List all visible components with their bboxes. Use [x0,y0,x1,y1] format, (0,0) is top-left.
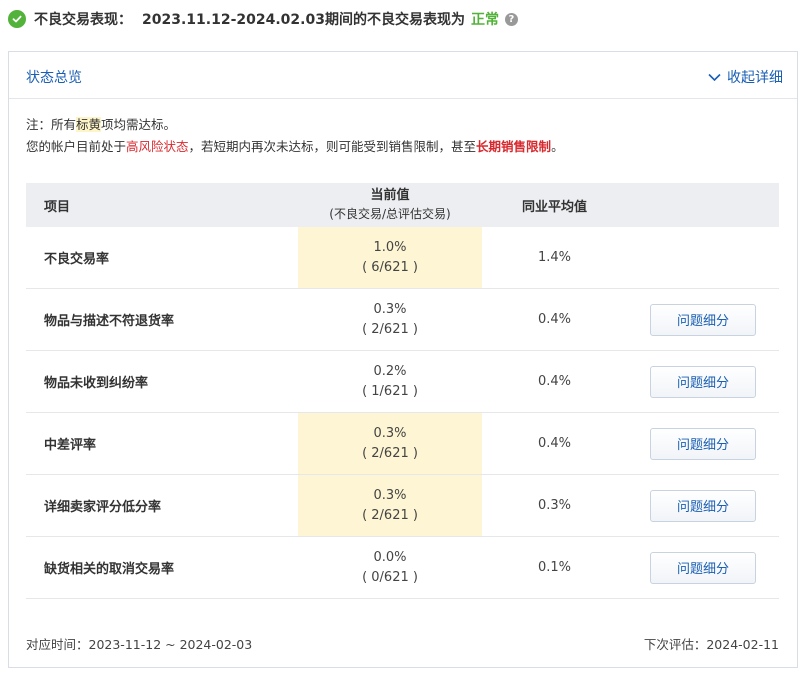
note-text: ，若短期内再次未达标，则可能受到销售限制，甚至 [188,139,477,154]
check-circle-icon [8,10,26,28]
issue-breakdown-button[interactable]: 问题细分 [650,551,756,584]
panel-title: 状态总览 [26,70,82,86]
performance-header: 不良交易表现： 2023.11.12-2024.02.03期间的不良交易表现为 … [8,5,518,33]
high-risk-text: 高风险状态 [126,139,189,154]
current-ratio: ( 2/621 ) [362,321,418,337]
next-evaluation: 下次评估：2024-02-11 [643,637,779,652]
issue-breakdown-button[interactable]: 问题细分 [650,489,756,522]
current-value: 0.3% [373,487,407,503]
action-cell: 问题细分 [627,427,779,460]
panel-divider [9,98,797,99]
chevron-down-icon [708,73,721,81]
metric-name: 中差评率 [44,438,97,453]
note-text: 。 [551,139,564,154]
note-text: 注：所有 [26,117,77,132]
current-ratio: ( 0/621 ) [362,569,418,585]
issue-breakdown-button[interactable]: 问题细分 [650,303,756,336]
header-item: 项目 [44,199,71,215]
current-ratio: ( 2/621 ) [362,445,418,461]
status-value: 正常 [470,12,499,28]
header-current-sub: (不良交易/总评估交易) [329,207,451,221]
table-header: 项目 当前值 (不良交易/总评估交易) 同业平均值 [26,183,779,227]
current-value: 0.3% [373,425,407,441]
metric-name: 物品未收到纠纷率 [44,376,149,391]
table-row: 不良交易率 1.0% ( 6/621 ) 1.4% [26,227,779,289]
collapse-label: 收起详细 [727,70,783,86]
collapse-details-button[interactable]: 收起详细 [708,67,783,87]
note-text: 您的帐户目前处于 [26,139,127,154]
metric-name: 详细卖家评分低分率 [44,500,162,515]
note-text: 项均需达标。 [101,117,177,132]
current-value: 0.0% [373,549,407,565]
issue-breakdown-button[interactable]: 问题细分 [650,427,756,460]
action-cell: 问题细分 [627,489,779,522]
current-value-cell: 0.2% ( 1/621 ) [298,351,482,412]
industry-average: 1.4% [537,250,572,265]
table-row: 物品与描述不符退货率 0.3% ( 2/621 ) 0.4% 问题细分 [26,289,779,351]
action-cell: 问题细分 [627,365,779,398]
status-overview-panel: 状态总览 收起详细 注：所有标黄项均需达标。 您的帐户目前处于高风险状态，若短期… [8,51,798,668]
long-term-limit-text: 长期销售限制 [476,139,552,154]
metric-name: 物品与描述不符退货率 [44,314,175,329]
header-period-text: 2023.11.12-2024.02.03期间的不良交易表现为 [142,12,465,28]
metrics-table: 项目 当前值 (不良交易/总评估交易) 同业平均值 不良交易率 1.0% ( 6/6… [26,183,779,599]
metric-name: 缺货相关的取消交易率 [44,562,175,577]
notes: 注：所有标黄项均需达标。 您的帐户目前处于高风险状态，若短期内再次未达标，则可能… [26,114,564,158]
note-line-1: 注：所有标黄项均需达标。 [26,114,564,136]
table-row: 缺货相关的取消交易率 0.0% ( 0/621 ) 0.1% 问题细分 [26,537,779,599]
current-ratio: ( 2/621 ) [362,507,418,523]
help-icon[interactable]: ? [504,12,518,26]
note-highlight: 标黄 [76,117,102,132]
current-value-cell: 0.3% ( 2/621 ) [298,475,482,536]
current-value: 0.3% [373,301,407,317]
header-current: 当前值 (不良交易/总评估交易) [298,183,482,227]
table-body: 不良交易率 1.0% ( 6/621 ) 1.4% 物品与描述不符退货率 0.3% ( 2/… [26,227,779,599]
evaluation-period: 对应时间：2023-11-12 ~ 2024-02-03 [26,637,253,652]
current-value-cell: 0.0% ( 0/621 ) [298,537,482,598]
industry-average: 0.4% [537,374,572,389]
current-ratio: ( 6/621 ) [362,259,418,275]
header-current-label: 当前值 [370,188,410,203]
current-value-cell: 0.3% ( 2/621 ) [298,289,482,350]
header-average: 同业平均值 [521,199,587,215]
action-cell: 问题细分 [627,551,779,584]
metric-name: 不良交易率 [44,252,110,267]
industry-average: 0.1% [537,560,572,575]
table-row: 详细卖家评分低分率 0.3% ( 2/621 ) 0.3% 问题细分 [26,475,779,537]
current-value: 1.0% [373,239,407,255]
issue-breakdown-button[interactable]: 问题细分 [650,365,756,398]
current-value: 0.2% [373,363,407,379]
header-label: 不良交易表现： [34,12,132,28]
industry-average: 0.4% [537,436,572,451]
current-value-cell: 1.0% ( 6/621 ) [298,227,482,288]
current-value-cell: 0.3% ( 2/621 ) [298,413,482,474]
industry-average: 0.4% [537,312,572,327]
current-ratio: ( 1/621 ) [362,383,418,399]
industry-average: 0.3% [537,498,572,513]
action-cell: 问题细分 [627,303,779,336]
table-row: 中差评率 0.3% ( 2/621 ) 0.4% 问题细分 [26,413,779,475]
table-row: 物品未收到纠纷率 0.2% ( 1/621 ) 0.4% 问题细分 [26,351,779,413]
note-line-2: 您的帐户目前处于高风险状态，若短期内再次未达标，则可能受到销售限制，甚至长期销售… [26,136,564,158]
